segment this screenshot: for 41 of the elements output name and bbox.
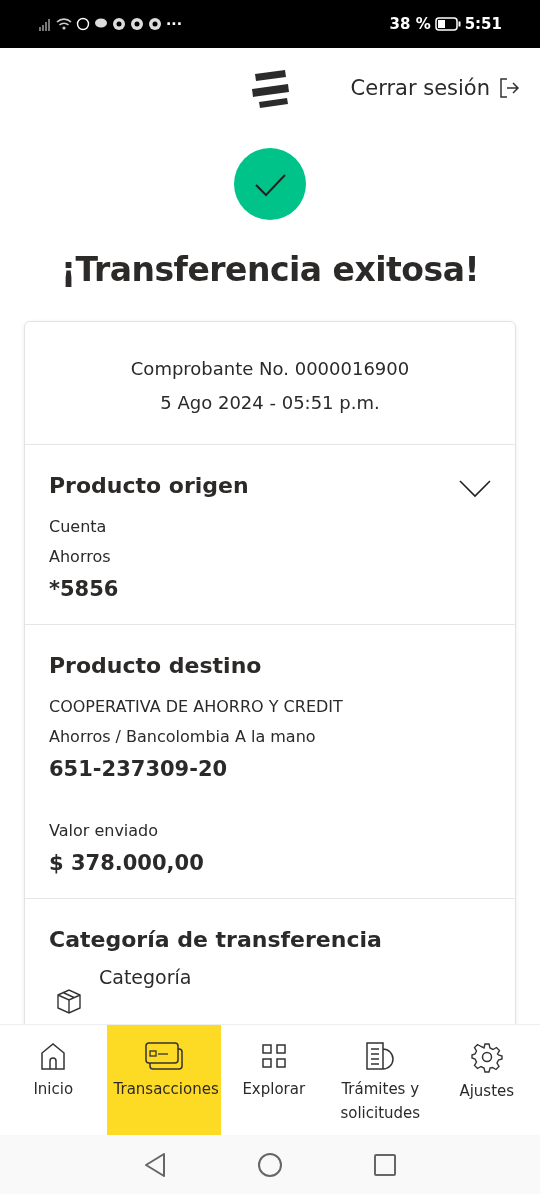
receipt-number: Comprobante No. 0000016900 (129, 357, 411, 381)
more-notifications: ··· (166, 16, 182, 32)
account-subtype: Ahorros (49, 546, 112, 568)
amount-label: Valor enviado (49, 820, 160, 842)
amount-value: $ 378.000,00 (49, 850, 205, 877)
cards-icon (143, 1041, 184, 1071)
home-button-icon[interactable] (257, 1151, 283, 1178)
logout-icon (498, 77, 520, 99)
clock: 5:51 (464, 15, 502, 33)
signal-icon (38, 17, 52, 31)
back-icon[interactable] (143, 1151, 167, 1178)
account-type: Cuenta (49, 516, 108, 538)
browser-icon (148, 17, 162, 31)
logout-button[interactable]: Cerrar sesión (350, 76, 520, 100)
box-icon (55, 986, 83, 1014)
section-heading: Producto destino (49, 653, 263, 678)
nav-tab[interactable]: Ajustes (433, 1025, 540, 1135)
success-check-icon (234, 148, 306, 220)
settings-icon (470, 1041, 503, 1073)
category-label: Categoría (99, 966, 192, 988)
success-title: ¡Transferencia exitosa! (61, 250, 479, 289)
chevron-down-icon[interactable] (459, 479, 491, 498)
wifi-icon (56, 17, 72, 31)
chat-icon (76, 17, 90, 31)
account-number: 651-237309-20 (49, 756, 229, 783)
account-number: *5856 (49, 576, 120, 603)
battery-percent: 38 % (389, 15, 431, 33)
nav-tab[interactable]: Explorar (220, 1025, 327, 1135)
nav-tab[interactable]: Trámites y solicitudes (327, 1025, 434, 1135)
logo-icon (251, 70, 291, 108)
section-heading: Producto origen (49, 473, 249, 498)
bank-name: COOPERATIVA DE AHORRO Y CREDIT (49, 696, 344, 718)
nav-tab[interactable]: Transacciones (106, 1025, 221, 1135)
recents-icon[interactable] (373, 1152, 397, 1177)
browser-icon (112, 17, 126, 31)
receipt-datetime: 5 Ago 2024 - 05:51 p.m. (159, 391, 381, 415)
nav-tab[interactable]: Inicio (0, 1025, 107, 1135)
browser-icon (130, 17, 144, 31)
section-heading: Categoría de transferencia (49, 927, 383, 952)
battery-icon (434, 17, 461, 31)
account-type: Ahorros / Bancolombia A la mano (49, 726, 317, 748)
